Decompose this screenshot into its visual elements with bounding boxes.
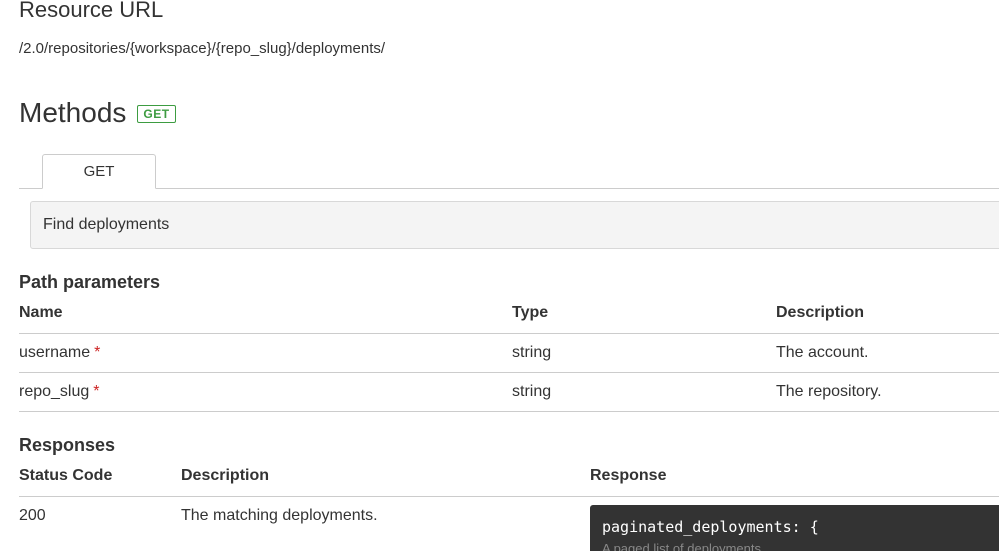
path-param-header-type: Type [512,304,549,321]
path-param-name: username * [19,344,100,362]
path-param-description: The repository. [776,383,882,400]
path-param-name-text: username [19,344,91,361]
tab-get[interactable]: GET [42,154,156,189]
path-param-type: string [512,383,552,400]
path-param-type: string [512,344,552,361]
table-row-divider [19,411,999,412]
response-description: The matching deployments. [181,507,378,524]
get-method-badge: GET [137,105,176,123]
table-row-divider [19,372,999,373]
response-status-code: 200 [19,507,46,524]
path-param-header-name: Name [19,304,63,321]
operation-summary-panel: Find deployments [30,201,999,249]
tabs-divider [19,188,999,189]
response-schema-comment: A paged list of deployments [602,541,761,551]
required-marker: * [94,344,101,361]
methods-header: Methods GET [19,96,176,130]
responses-header-response: Response [590,467,667,484]
path-param-header-description: Description [776,304,865,321]
responses-heading: Responses [19,435,116,455]
operation-summary: Find deployments [43,216,170,233]
resource-url-heading: Resource URL [19,0,164,22]
required-marker: * [93,383,100,400]
responses-header-description: Description [181,467,270,484]
path-param-name: repo_slug * [19,383,100,401]
responses-header-divider [19,496,999,497]
responses-header-status: Status Code [19,467,113,484]
response-schema-code-block: paginated_deployments: { A paged list of… [590,505,999,551]
path-param-description: The account. [776,344,869,361]
resource-url-path: /2.0/repositories/{workspace}/{repo_slug… [19,40,386,57]
path-param-header-divider [19,333,999,334]
response-schema-code: paginated_deployments: { [602,518,819,536]
api-docs-page: Resource URL /2.0/repositories/{workspac… [0,0,999,551]
methods-heading: Methods [19,97,127,128]
path-parameters-heading: Path parameters [19,272,161,292]
path-param-name-text: repo_slug [19,383,90,400]
